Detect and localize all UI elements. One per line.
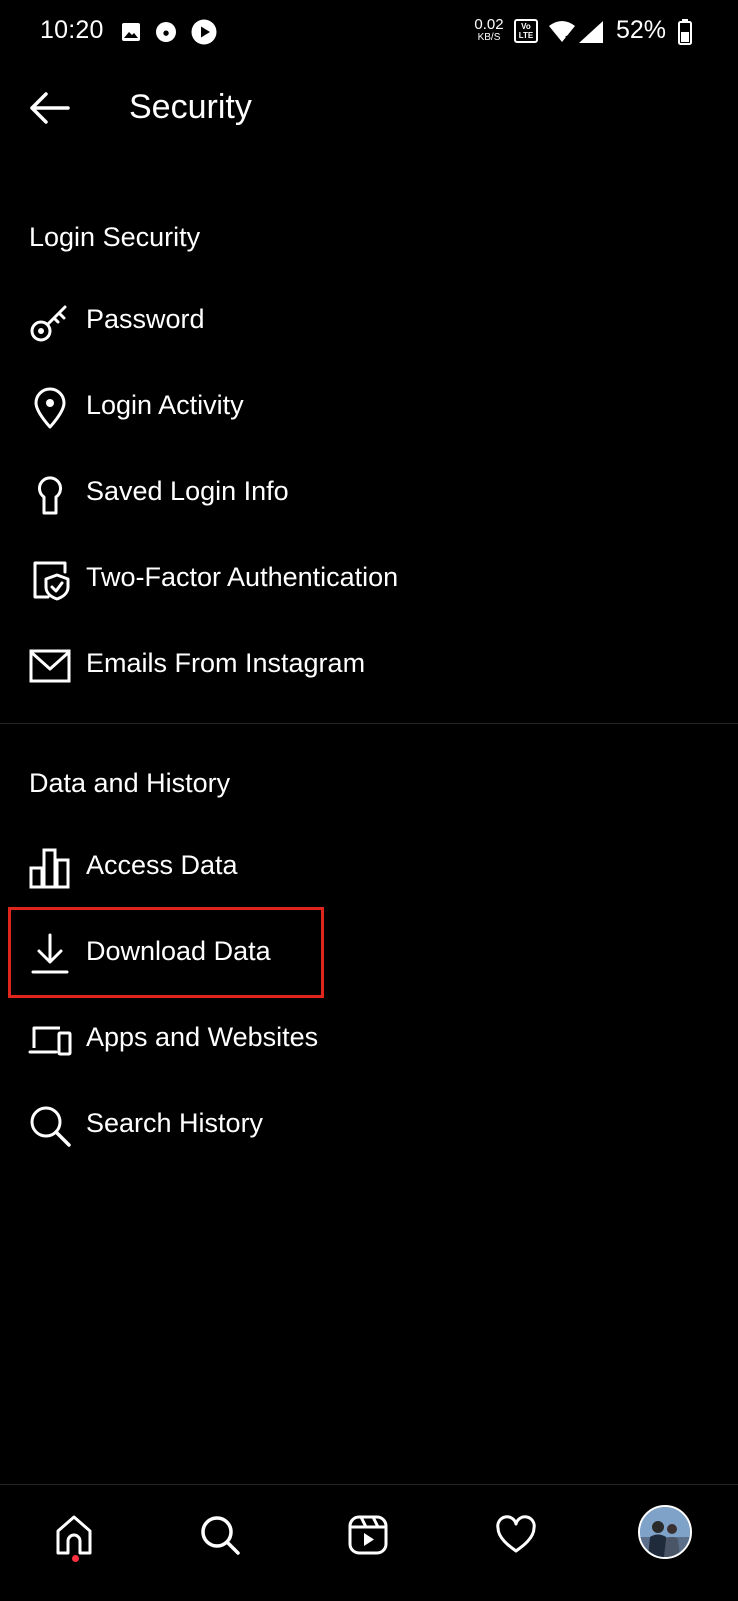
volte-icon: Vo LTE: [514, 19, 538, 43]
status-bar: 10:20 ● 0.02 KB/S Vo LTE 52%: [0, 0, 738, 64]
section-title-login-security: Login Security: [29, 222, 201, 252]
bottom-navigation: [0, 1484, 738, 1601]
reels-icon: [348, 1515, 388, 1555]
nav-reels-button[interactable]: [338, 1505, 398, 1565]
app-notification-icon: ●: [156, 22, 176, 42]
profile-avatar-image: [640, 1507, 690, 1557]
menu-item-two-factor-authentication[interactable]: Two-Factor Authentication: [0, 540, 738, 620]
battery-icon: [678, 19, 692, 45]
bar-chart-icon: [29, 848, 70, 889]
play-icon: [191, 19, 217, 45]
menu-item-label: Saved Login Info: [86, 476, 289, 506]
nav-search-button[interactable]: [190, 1505, 250, 1565]
wifi-icon: [549, 21, 575, 42]
menu-item-label: Access Data: [86, 850, 238, 880]
page-title: Security: [129, 88, 252, 126]
menu-item-label: Emails From Instagram: [86, 648, 366, 678]
location-pin-icon: [34, 387, 66, 429]
network-speed-value: 0.02: [474, 16, 504, 33]
heart-icon: [496, 1515, 536, 1553]
menu-item-label: Apps and Websites: [86, 1022, 319, 1052]
devices-icon: [28, 1026, 72, 1056]
search-icon: [30, 1106, 71, 1147]
section-title-data-and-history: Data and History: [29, 768, 231, 798]
section-divider: [0, 723, 738, 724]
menu-item-password[interactable]: Password: [0, 282, 738, 362]
volte-bottom: LTE: [518, 31, 534, 40]
shield-check-icon: [33, 561, 70, 601]
menu-item-label: Login Activity: [86, 390, 244, 420]
status-time: 10:20: [40, 16, 104, 44]
menu-item-login-activity[interactable]: Login Activity: [0, 368, 738, 448]
menu-item-saved-login-info[interactable]: Saved Login Info: [0, 454, 738, 534]
menu-item-label: Search History: [86, 1108, 264, 1138]
gallery-icon: [122, 23, 140, 41]
arrow-left-icon: [30, 92, 70, 124]
battery-percent: 52%: [616, 16, 667, 44]
nav-profile-avatar[interactable]: [638, 1505, 692, 1559]
download-data-highlight: [8, 907, 324, 998]
menu-item-label: Two-Factor Authentication: [86, 562, 399, 592]
menu-item-search-history[interactable]: Search History: [0, 1086, 738, 1166]
network-speed-unit: KB/S: [477, 32, 501, 43]
network-speed: 0.02 KB/S: [472, 17, 506, 43]
signal-icon: [579, 21, 603, 43]
key-icon: [30, 305, 67, 342]
menu-item-apps-and-websites[interactable]: Apps and Websites: [0, 1000, 738, 1080]
mail-icon: [29, 649, 71, 683]
keyhole-icon: [38, 476, 62, 515]
volte-top: Vo: [521, 22, 531, 31]
home-notification-dot: [72, 1555, 79, 1562]
nav-activity-button[interactable]: [486, 1505, 546, 1565]
menu-item-emails-from-instagram[interactable]: Emails From Instagram: [0, 626, 738, 706]
back-button[interactable]: [26, 88, 74, 128]
menu-item-access-data[interactable]: Access Data: [0, 828, 738, 908]
home-icon: [56, 1515, 92, 1555]
svg-text:●: ●: [163, 29, 169, 37]
menu-item-label: Password: [86, 304, 205, 334]
search-icon: [201, 1516, 240, 1555]
top-app-bar: Security: [0, 64, 738, 154]
